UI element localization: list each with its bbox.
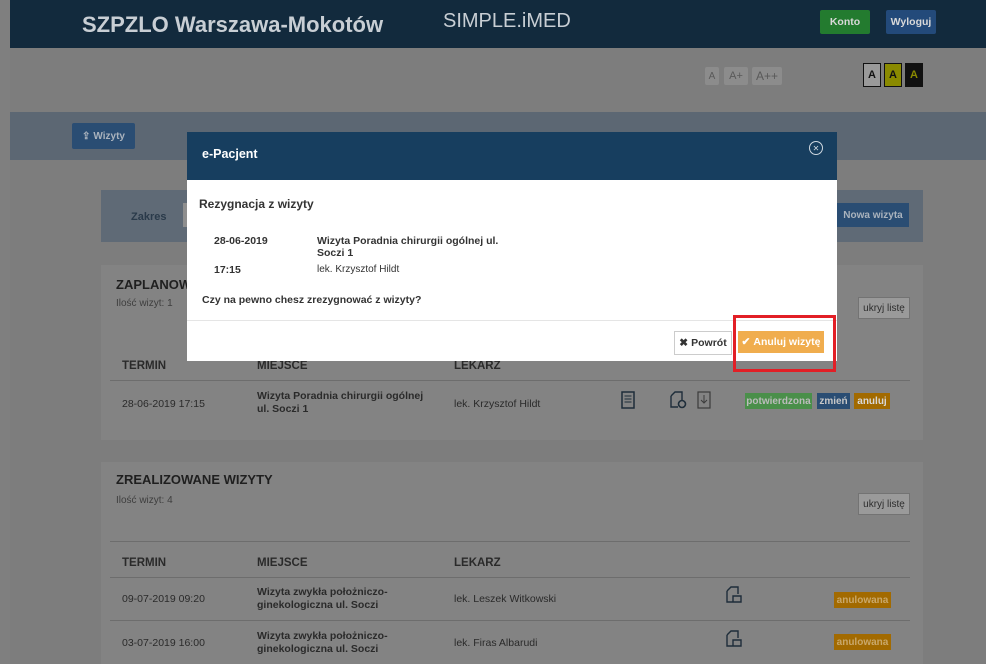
product-name: SIMPLE.iMED [443, 10, 571, 32]
visit-date: 28-06-2019 [214, 235, 268, 247]
table-divider [110, 541, 910, 542]
range-label: Zakres [131, 211, 167, 223]
planned-hide-button[interactable]: ukryj listę [858, 297, 910, 319]
done-count: Ilość wizyt: 4 [116, 495, 173, 506]
status-badge: anulowana [834, 634, 891, 650]
col-termin: TERMIN [122, 360, 167, 372]
col-lekarz: LEKARZ [454, 360, 501, 372]
wizyty-label: Wizyty [93, 130, 125, 142]
row-doctor: lek. Firas Albarudi [454, 637, 538, 649]
confirm-question: Czy na pewno chesz zrezygnować z wizyty? [202, 294, 422, 306]
contrast-black-bg[interactable]: A [905, 63, 923, 87]
done-card [101, 462, 923, 664]
wizyty-button[interactable]: ⇪ Wizyty [72, 123, 135, 149]
document-icon[interactable] [725, 586, 743, 604]
font-size-normal[interactable]: A [705, 67, 719, 85]
row-place: Wizyta zwykła położniczo-ginekologiczna … [257, 630, 388, 655]
cancel-visit-link[interactable]: anuluj [854, 393, 890, 409]
konto-button[interactable]: Konto [820, 10, 870, 34]
dialog-header: e-Pacjent ✕ [187, 132, 837, 180]
contrast-default[interactable]: A [863, 63, 881, 87]
done-hide-button[interactable]: ukryj listę [858, 493, 910, 515]
close-icon[interactable]: ✕ [809, 141, 823, 155]
new-visit-button[interactable]: Nowa wizyta [837, 203, 909, 227]
col-termin: TERMIN [122, 557, 167, 569]
done-title: ZREALIZOWANE WIZYTY [116, 472, 273, 487]
row-place: Wizyta Poradnia chirurgii ogólnej ul. So… [257, 390, 424, 415]
col-lekarz: LEKARZ [454, 557, 501, 569]
row-term: 03-07-2019 16:00 [122, 637, 205, 649]
font-size-large[interactable]: A+ [724, 67, 748, 85]
row-term: 28-06-2019 17:15 [122, 398, 205, 410]
dialog-title: e-Pacjent [202, 147, 258, 161]
change-button[interactable]: zmień [817, 393, 850, 409]
row-place: Wizyta zwykła położniczo-ginekologiczna … [257, 586, 388, 611]
table-divider [110, 577, 910, 578]
table-divider [110, 620, 910, 621]
contrast-yellow-bg[interactable]: A [884, 63, 902, 87]
document-icon[interactable] [725, 630, 743, 648]
visit-doctor: lek. Krzysztof Hildt [317, 264, 400, 275]
upload-icon: ⇪ [82, 130, 91, 142]
row-doctor: lek. Krzysztof Hildt [454, 398, 541, 410]
col-miejsce: MIEJSCE [257, 360, 308, 372]
document-settings-icon[interactable] [669, 391, 687, 409]
back-label: Powrót [691, 337, 727, 349]
row-doctor: lek. Leszek Witkowski [454, 593, 557, 605]
back-button[interactable]: ✖ Powrót [674, 331, 732, 355]
status-badge: potwierdzona [745, 393, 812, 409]
visit-time: 17:15 [214, 264, 241, 276]
col-miejsce: MIEJSCE [257, 557, 308, 569]
close-icon: ✖ [679, 337, 689, 349]
status-badge: anulowana [834, 592, 891, 608]
logout-button[interactable]: Wyloguj [886, 10, 936, 34]
visit-place: Wizyta Poradnia chirurgii ogólnej ul. So… [317, 235, 499, 259]
font-size-xlarge[interactable]: A++ [752, 67, 782, 85]
planned-count: Ilość wizyt: 1 [116, 298, 173, 309]
table-divider [110, 380, 910, 381]
document-icon[interactable] [621, 391, 635, 409]
highlight-box [733, 315, 836, 372]
download-icon[interactable] [697, 391, 711, 409]
dialog-subtitle: Rezygnacja z wizyty [199, 197, 314, 211]
brand-title: SZPZLO Warszawa-Mokotów [82, 12, 384, 37]
row-term: 09-07-2019 09:20 [122, 593, 205, 605]
